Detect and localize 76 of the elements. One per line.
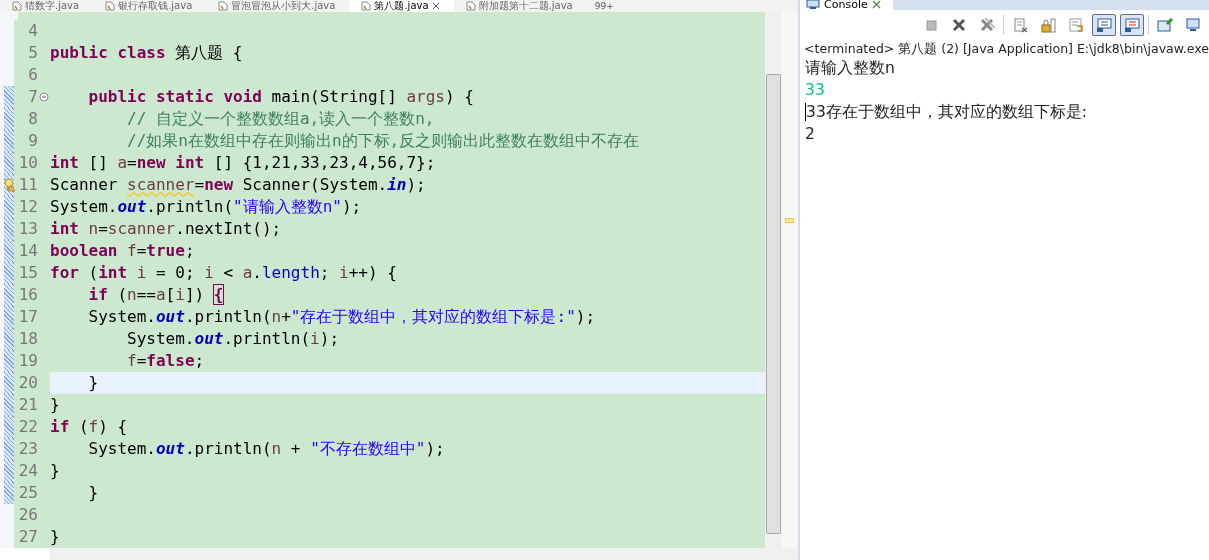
code-line: System.out.println("请输入整数n"); [50,196,363,218]
editor-tab[interactable]: 冒泡冒泡从小到大.java [206,0,350,12]
code-line: for (int i = 0; i < a.length; i++) { [50,262,398,284]
code-line: if (f) { [50,416,129,438]
warning-bulb-icon[interactable] [4,178,16,192]
line-number: 7 [14,86,38,108]
line-number: 22 [14,416,38,438]
code-line: f=false; [126,350,206,372]
editor-tab[interactable]: 第八题.java [349,0,454,12]
code-line: System.out.println(n+"存在于数组中，其对应的数组下标是:"); [87,306,597,328]
line-number: 5 [14,42,38,64]
editor-tab[interactable]: 猜数字.java [0,0,94,12]
code-line: boolean f=true; [50,240,196,262]
line-number: 13 [14,218,38,240]
output-text: 请输入整数n [804,58,896,79]
line-number: 20 [14,372,38,394]
code-line: Scanner scanner=new Scanner(System.in); [50,174,427,196]
code-line: } [50,460,61,482]
line-number: 25 [14,482,38,504]
output-text: 2 [804,124,816,145]
monitor-icon [1096,17,1112,33]
editor-tab[interactable]: 银行存取钱.java [93,0,207,12]
close-icon[interactable] [871,0,881,10]
console-tab[interactable]: Console [800,0,893,10]
code-line: //如果n在数组中存在则输出n的下标,反之则输出此整数在数组中不存在 [126,130,641,152]
code-line: int n=scanner.nextInt(); [50,218,283,240]
close-icon[interactable] [431,0,440,12]
toolbar-button[interactable] [1120,14,1144,36]
editor-tab[interactable]: 附加题第十二题.java [453,0,587,12]
console-icon [806,0,821,10]
close-all-icon [979,17,995,33]
word-wrap-icon [1068,17,1084,33]
line-number: 12 [14,196,38,218]
line-number: 24 [14,460,38,482]
line-number: 17 [14,306,38,328]
warning-marker-icon [785,218,795,223]
close-icon [951,17,967,33]
line-number: 21 [14,394,38,416]
line-number: 6 [14,64,38,86]
line-number: 10 [14,152,38,174]
console-status: <terminated> 第八题 (2) [Java Application] E:\jdk8\bin\javaw.exe [803,40,1209,57]
clear-console-icon [1012,17,1028,33]
lock-icon [1040,17,1056,33]
monitor-icon [1124,17,1140,33]
code-line: if (n==a[i]) { [87,284,225,306]
code-line: System.out.println(n + "不存在数组中"); [87,438,446,460]
monitor-icon [1185,17,1201,33]
output-text: 33存在于数组中，其对应的数组下标是: [804,102,1089,123]
fold-icon[interactable] [39,92,49,102]
line-number: 19 [14,350,38,372]
code-line: public class 第八题 { [50,42,244,64]
line-number: 11 [14,174,38,196]
line-number: 4 [14,20,38,42]
line-number: 14 [14,240,38,262]
code-line: public static void main(String[] args) { [87,86,475,108]
line-number: 23 [14,438,38,460]
hidden-tabs-count[interactable]: 99+ [594,0,614,12]
line-number: 16 [14,284,38,306]
code-line: System.out.println(i); [126,328,340,350]
code-line: } [87,482,100,504]
code-line: // 自定义一个整数数组a,读入一个整数n, [126,108,436,130]
code-line: } [50,526,61,548]
typed-text: 33 [804,80,826,101]
code-line: } [50,394,61,416]
line-number: 9 [14,130,38,152]
horizontal-scrollbar[interactable] [50,548,799,560]
code-line: int [] a=new int [] {1,21,33,23,4,56,7}; [50,152,437,174]
stop-icon [923,17,939,33]
line-number: 15 [14,262,38,284]
pin-icon [1157,17,1173,33]
toolbar-button[interactable] [1092,14,1116,36]
line-number: 27 [14,526,38,548]
java-file-icon [361,0,372,12]
line-number: 26 [14,504,38,526]
line-number: 18 [14,328,38,350]
line-number: 8 [14,108,38,130]
